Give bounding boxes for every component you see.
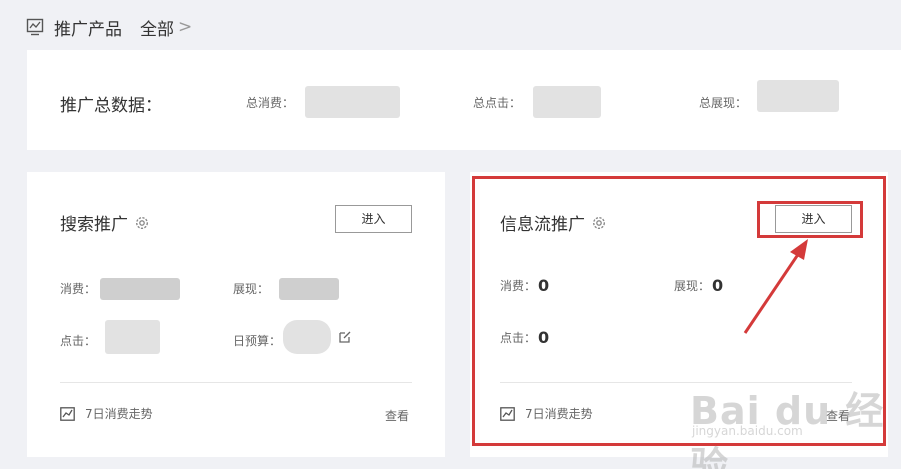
search-budget-value-redacted bbox=[283, 320, 331, 354]
search-view-link[interactable]: 查看 bbox=[385, 407, 409, 424]
search-clicks-value-redacted bbox=[105, 320, 160, 354]
all-products-link[interactable]: 全部 bbox=[140, 15, 174, 40]
page-title: 推广产品 bbox=[54, 19, 122, 40]
enter-button-highlight bbox=[757, 201, 863, 238]
total-spend-label: 总消费： bbox=[246, 96, 295, 110]
edit-icon[interactable] bbox=[338, 330, 352, 344]
summary-label: 推广总数据： bbox=[60, 96, 162, 116]
total-impressions-value-redacted bbox=[757, 80, 839, 112]
watermark-url: jingyan.baidu.com bbox=[692, 424, 803, 438]
search-enter-button[interactable]: 进入 bbox=[335, 205, 412, 233]
search-divider bbox=[60, 382, 412, 383]
search-clicks: 点击： bbox=[60, 332, 96, 349]
search-spend: 消费： bbox=[60, 280, 96, 297]
search-trend[interactable]: 7日消费走势 bbox=[60, 405, 153, 422]
trend-chart-icon bbox=[60, 406, 75, 421]
search-card-title: 搜索推广 bbox=[60, 210, 150, 235]
search-spend-label: 消费： bbox=[60, 282, 97, 296]
total-impressions-label: 总展现： bbox=[699, 96, 748, 110]
product-header: 推广产品 全部 > bbox=[26, 14, 192, 40]
search-card-title-text: 搜索推广 bbox=[60, 215, 128, 235]
search-promotion-card: 搜索推广 进入 消费： 展现： 点击： 日预算： 7日消费走势 查看 bbox=[27, 172, 445, 457]
total-clicks-value-redacted bbox=[533, 86, 601, 118]
gear-icon[interactable] bbox=[134, 215, 150, 231]
total-spend-value-redacted bbox=[305, 86, 400, 118]
chevron-right-icon[interactable]: > bbox=[178, 17, 192, 37]
chart-monitor-icon bbox=[26, 18, 44, 36]
search-impressions-value-redacted bbox=[279, 278, 339, 300]
search-spend-value-redacted bbox=[100, 278, 180, 300]
search-impressions-label: 展现： bbox=[233, 282, 270, 296]
search-budget: 日预算： bbox=[233, 332, 281, 349]
search-clicks-label: 点击： bbox=[60, 334, 97, 348]
search-impressions: 展现： bbox=[233, 280, 269, 297]
total-clicks-label: 总点击： bbox=[473, 96, 522, 110]
search-budget-label: 日预算： bbox=[233, 334, 282, 348]
summary-panel: 推广总数据： 总消费： 总点击： 总展现： bbox=[27, 50, 901, 150]
search-trend-label: 7日消费走势 bbox=[85, 407, 153, 421]
